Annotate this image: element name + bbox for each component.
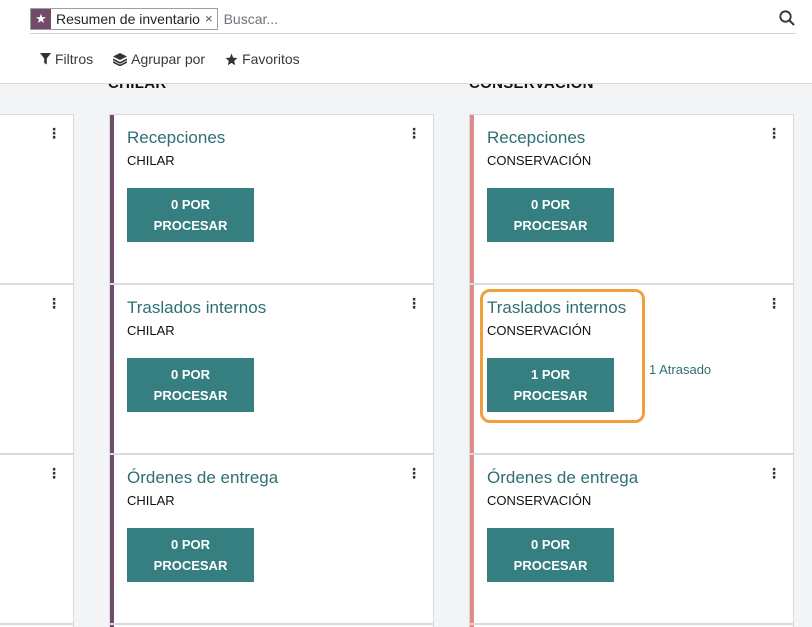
to-process-count: 0 POR [170,367,210,382]
vertical-dots-icon[interactable]: ⋮ [47,465,61,481]
card-warehouse: CHILAR [127,153,175,168]
to-process-label: PROCESAR [513,218,588,233]
to-process-button[interactable]: 0 POR PROCESAR [127,188,254,242]
kanban-card-partial: ⋮ [0,114,74,284]
to-process-button[interactable]: 0 POR PROCESAR [487,188,614,242]
facet-remove-button[interactable]: × [205,9,217,29]
kanban-card-traslados-conservacion: ⋮ Traslados internos CONSERVACIÓN 1 POR P… [469,284,794,454]
highlight-box [480,289,645,423]
kanban-card-recepciones-conservacion: ⋮ Recepciones CONSERVACIÓN 0 POR PROCESAR [469,114,794,284]
kanban-card-partial: ⋮ [0,454,74,624]
card-color-bar [470,115,474,283]
kanban-card-entregas-conservacion: ⋮ Órdenes de entrega CONSERVACIÓN 0 POR P… [469,454,794,624]
vertical-dots-icon[interactable]: ⋮ [407,465,421,481]
vertical-dots-icon[interactable]: ⋮ [407,295,421,311]
card-warehouse: CONSERVACIÓN [487,153,592,168]
search-input[interactable] [223,11,744,27]
to-process-button[interactable]: 0 POR PROCESAR [127,358,254,412]
search-icon[interactable] [778,9,796,27]
card-color-bar [470,285,474,453]
to-process-count: 0 POR [170,197,210,212]
to-process-button[interactable]: 0 POR PROCESAR [487,528,614,582]
favorites-label: Favoritos [242,51,300,67]
to-process-label: PROCESAR [153,388,228,403]
to-process-count: 0 POR [170,537,210,552]
kanban-card-partial: ⋮ [0,284,74,454]
card-color-bar [470,455,474,623]
kanban-card-recepciones-chilar: ⋮ Recepciones CHILAR 0 POR PROCESAR [109,114,434,284]
search-bar: ★ Resumen de inventario × [30,5,796,34]
card-color-bar [110,115,114,283]
group-by-label: Agrupar por [131,51,206,67]
card-title[interactable]: Órdenes de entrega [127,468,278,488]
star-icon [225,53,238,66]
to-process-label: PROCESAR [153,558,228,573]
vertical-dots-icon[interactable]: ⋮ [767,465,781,481]
filters-label: Filtros [55,51,94,67]
card-title[interactable]: Órdenes de entrega [487,468,638,488]
vertical-dots-icon[interactable]: ⋮ [767,125,781,141]
vertical-dots-icon[interactable]: ⋮ [407,125,421,141]
facet-label: Resumen de inventario [56,11,200,27]
card-warehouse: CHILAR [127,493,175,508]
card-color-bar [110,455,114,623]
group-title-conservacion: CONSERVACIÓN [469,84,594,92]
filters-button[interactable]: Filtros [40,51,93,67]
card-color-bar [110,285,114,453]
funnel-icon [40,53,51,65]
card-title[interactable]: Recepciones [487,128,585,148]
vertical-dots-icon[interactable]: ⋮ [47,295,61,311]
to-process-button[interactable]: 0 POR PROCESAR [127,528,254,582]
group-by-button[interactable]: Agrupar por [113,51,205,67]
kanban-board: CHILAR CONSERVACIÓN ⋮ ⋮ ⋮ ⋮ Recepciones … [0,84,812,627]
kanban-card-entregas-chilar: ⋮ Órdenes de entrega CHILAR 0 POR PROCESA… [109,454,434,624]
to-process-count: 0 POR [530,197,570,212]
card-warehouse: CONSERVACIÓN [487,493,592,508]
search-panel-toolbar: Filtros Agrupar por Favoritos [40,51,300,67]
late-link[interactable]: 1 Atrasado [649,362,711,377]
to-process-count: 0 POR [530,537,570,552]
layers-icon [113,52,128,66]
group-title-chilar: CHILAR [108,84,166,92]
vertical-dots-icon[interactable]: ⋮ [47,125,61,141]
vertical-dots-icon[interactable]: ⋮ [767,295,781,311]
kanban-card-traslados-chilar: ⋮ Traslados internos CHILAR 0 POR PROCESA… [109,284,434,454]
to-process-label: PROCESAR [153,218,228,233]
card-warehouse: CHILAR [127,323,175,338]
favorites-button[interactable]: Favoritos [225,51,300,67]
search-facet: ★ Resumen de inventario × [30,8,218,30]
star-icon: ★ [31,9,51,29]
card-title[interactable]: Traslados internos [127,298,266,318]
card-title[interactable]: Recepciones [127,128,225,148]
to-process-label: PROCESAR [513,558,588,573]
